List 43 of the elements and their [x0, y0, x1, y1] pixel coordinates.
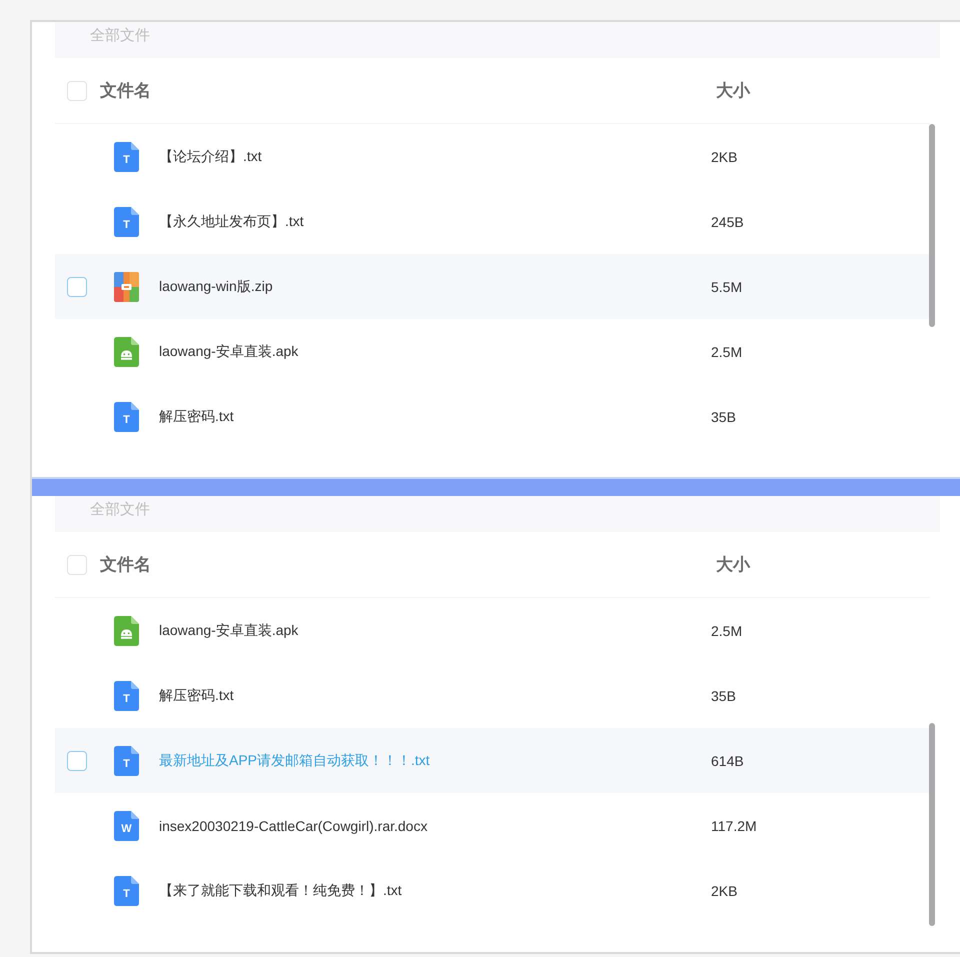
file-size: 2KB [711, 882, 738, 898]
document-file-icon: W [114, 810, 139, 840]
file-size: 2KB [711, 148, 738, 164]
select-all-checkbox[interactable] [67, 554, 87, 574]
file-size: 117.2M [711, 818, 758, 834]
file-size: 614B [711, 752, 745, 768]
file-name[interactable]: 解压密码.txt [159, 408, 711, 426]
file-size: 2.5M [711, 622, 744, 638]
file-size: 35B [711, 408, 737, 424]
file-size: 5.5M [711, 278, 744, 294]
highlighted-row[interactable]: T 最新地址及APP请发邮箱自动获取！！！.txt 614B [55, 728, 930, 793]
robot-file-icon [114, 336, 139, 366]
file-name[interactable]: laowang-安卓直装.apk [159, 342, 711, 360]
file-name[interactable]: 【永久地址发布页】.txt [159, 212, 711, 230]
robot-file-icon [114, 616, 139, 646]
file-size: 245B [711, 214, 745, 230]
breadcrumb-label: 全部文件 [90, 500, 150, 520]
scrollbar-thumb[interactable] [929, 124, 935, 327]
text-file-icon: T [114, 402, 139, 432]
text-file-icon: T [114, 206, 139, 236]
text-file-icon: T [114, 142, 139, 172]
row-checkbox[interactable] [67, 276, 87, 296]
file-name[interactable]: 【论坛介绍】.txt [159, 148, 711, 166]
file-name[interactable]: 解压密码.txt [159, 686, 711, 704]
text-file-icon: T [114, 680, 139, 710]
text-file-icon: T [114, 876, 139, 906]
file-size: 35B [711, 688, 737, 704]
file-name[interactable]: 【来了就能下载和观看！纯免费！】.txt [159, 882, 711, 900]
scrollbar-thumb[interactable] [929, 723, 935, 926]
archive-file-icon [114, 272, 139, 302]
file-name[interactable]: laowang-安卓直装.apk [159, 622, 711, 640]
file-name[interactable]: laowang-win版.zip [159, 278, 711, 296]
size-column-header: 大小 [715, 554, 752, 576]
row-checkbox[interactable] [67, 750, 87, 770]
name-column-header: 文件名 [100, 80, 152, 102]
highlighted-row[interactable]: laowang-win版.zip 5.5M [55, 254, 930, 319]
size-column-header: 大小 [715, 80, 752, 102]
name-column-header: 文件名 [100, 554, 152, 576]
file-size: 2.5M [711, 344, 744, 360]
breadcrumb-label: 全部文件 [90, 26, 150, 46]
file-name[interactable]: insex20030219-CattleCar(Cowgirl).rar.docx [159, 818, 711, 834]
text-file-icon: T [114, 746, 139, 776]
select-all-checkbox[interactable] [67, 80, 87, 100]
